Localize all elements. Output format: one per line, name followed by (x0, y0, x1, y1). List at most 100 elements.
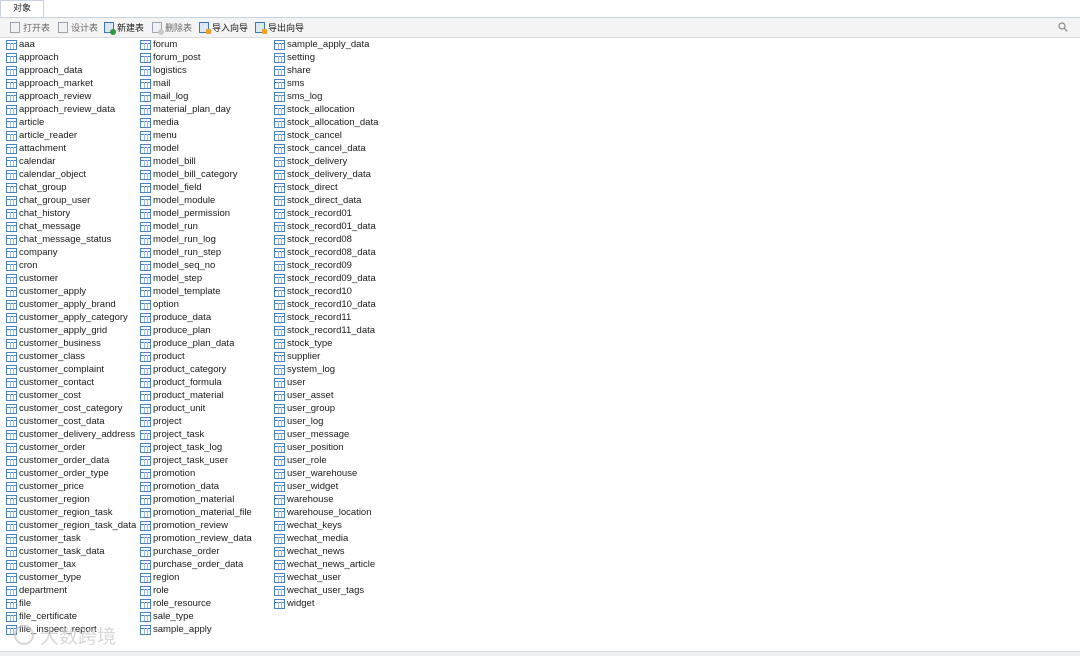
table-item[interactable]: user_position (268, 441, 378, 454)
table-item[interactable]: customer_region_task (0, 506, 136, 519)
table-item[interactable]: customer_cost (0, 389, 136, 402)
table-item[interactable]: user_warehouse (268, 467, 378, 480)
table-item[interactable]: company (0, 246, 136, 259)
table-item[interactable]: widget (268, 597, 378, 610)
table-item[interactable]: stock_record01_data (268, 220, 378, 233)
table-item[interactable]: wechat_news (268, 545, 378, 558)
table-item[interactable]: model_bill (134, 155, 252, 168)
table-item[interactable]: user_group (268, 402, 378, 415)
table-item[interactable]: model_step (134, 272, 252, 285)
table-item[interactable]: chat_message (0, 220, 136, 233)
table-item[interactable]: promotion_data (134, 480, 252, 493)
table-item[interactable]: customer_tax (0, 558, 136, 571)
search-icon[interactable] (1058, 22, 1068, 32)
table-item[interactable]: stock_record08_data (268, 246, 378, 259)
table-item[interactable]: warehouse_location (268, 506, 378, 519)
table-item[interactable]: sample_apply (134, 623, 252, 636)
table-item[interactable]: attachment (0, 142, 136, 155)
table-item[interactable]: sms (268, 77, 378, 90)
table-item[interactable]: customer_task_data (0, 545, 136, 558)
table-item[interactable]: material_plan_day (134, 103, 252, 116)
table-item[interactable]: forum (134, 38, 252, 51)
table-item[interactable]: sample_apply_data (268, 38, 378, 51)
table-item[interactable]: stock_delivery_data (268, 168, 378, 181)
table-item[interactable]: promotion_material (134, 493, 252, 506)
table-item[interactable]: model_bill_category (134, 168, 252, 181)
table-item[interactable]: wechat_user (268, 571, 378, 584)
table-item[interactable]: cron (0, 259, 136, 272)
table-item[interactable]: calendar (0, 155, 136, 168)
table-item[interactable]: customer_delivery_address (0, 428, 136, 441)
table-item[interactable]: wechat_media (268, 532, 378, 545)
table-item[interactable]: project (134, 415, 252, 428)
table-item[interactable]: model_module (134, 194, 252, 207)
table-item[interactable]: approach_review_data (0, 103, 136, 116)
table-item[interactable]: user_message (268, 428, 378, 441)
table-item[interactable]: product (134, 350, 252, 363)
open-table-button[interactable]: 打开表 (10, 20, 50, 35)
table-item[interactable]: role_resource (134, 597, 252, 610)
table-item[interactable]: stock_record01 (268, 207, 378, 220)
table-item[interactable]: customer_business (0, 337, 136, 350)
delete-table-button[interactable]: 删除表 (152, 20, 192, 35)
table-item[interactable]: mail_log (134, 90, 252, 103)
table-item[interactable]: project_task_log (134, 441, 252, 454)
table-item[interactable]: sale_type (134, 610, 252, 623)
table-item[interactable]: customer_apply (0, 285, 136, 298)
table-item[interactable]: model_seq_no (134, 259, 252, 272)
table-item[interactable]: stock_record09 (268, 259, 378, 272)
table-item[interactable]: system_log (268, 363, 378, 376)
table-item[interactable]: stock_record09_data (268, 272, 378, 285)
table-item[interactable]: model_template (134, 285, 252, 298)
table-item[interactable]: customer_cost_data (0, 415, 136, 428)
table-item[interactable]: stock_record11_data (268, 324, 378, 337)
table-item[interactable]: sms_log (268, 90, 378, 103)
table-item[interactable]: customer (0, 272, 136, 285)
table-item[interactable]: stock_cancel_data (268, 142, 378, 155)
table-item[interactable]: media (134, 116, 252, 129)
table-item[interactable]: purchase_order (134, 545, 252, 558)
tab-objects[interactable]: 对象 (0, 0, 44, 17)
table-item[interactable]: customer_apply_brand (0, 298, 136, 311)
table-item[interactable]: wechat_keys (268, 519, 378, 532)
table-item[interactable]: customer_complaint (0, 363, 136, 376)
table-item[interactable]: promotion_review (134, 519, 252, 532)
table-item[interactable]: chat_history (0, 207, 136, 220)
table-item[interactable]: user_asset (268, 389, 378, 402)
table-item[interactable]: stock_type (268, 337, 378, 350)
table-item[interactable]: product_unit (134, 402, 252, 415)
table-item[interactable]: customer_apply_grid (0, 324, 136, 337)
table-item[interactable]: purchase_order_data (134, 558, 252, 571)
table-item[interactable]: chat_group_user (0, 194, 136, 207)
import-wizard-button[interactable]: 导入向导 (199, 20, 248, 35)
table-item[interactable]: produce_data (134, 311, 252, 324)
table-item[interactable]: promotion_review_data (134, 532, 252, 545)
table-item[interactable]: customer_apply_category (0, 311, 136, 324)
table-item[interactable]: user_role (268, 454, 378, 467)
design-table-button[interactable]: 设计表 (58, 20, 98, 35)
table-item[interactable]: user (268, 376, 378, 389)
table-item[interactable]: setting (268, 51, 378, 64)
table-item[interactable]: stock_allocation (268, 103, 378, 116)
table-item[interactable]: customer_order (0, 441, 136, 454)
table-item[interactable]: model_run (134, 220, 252, 233)
table-item[interactable]: logistics (134, 64, 252, 77)
table-item[interactable]: stock_delivery (268, 155, 378, 168)
table-item[interactable]: customer_contact (0, 376, 136, 389)
table-item[interactable]: wechat_user_tags (268, 584, 378, 597)
table-item[interactable]: customer_task (0, 532, 136, 545)
table-item[interactable]: produce_plan (134, 324, 252, 337)
table-item[interactable]: chat_message_status (0, 233, 136, 246)
table-item[interactable]: customer_type (0, 571, 136, 584)
table-item[interactable]: project_task_user (134, 454, 252, 467)
table-item[interactable]: article (0, 116, 136, 129)
table-item[interactable]: calendar_object (0, 168, 136, 181)
table-item[interactable]: customer_order_data (0, 454, 136, 467)
table-item[interactable]: produce_plan_data (134, 337, 252, 350)
table-item[interactable]: stock_record10_data (268, 298, 378, 311)
table-item[interactable]: stock_record11 (268, 311, 378, 324)
table-item[interactable]: stock_cancel (268, 129, 378, 142)
table-item[interactable]: supplier (268, 350, 378, 363)
table-item[interactable]: wechat_news_article (268, 558, 378, 571)
table-item[interactable]: product_formula (134, 376, 252, 389)
